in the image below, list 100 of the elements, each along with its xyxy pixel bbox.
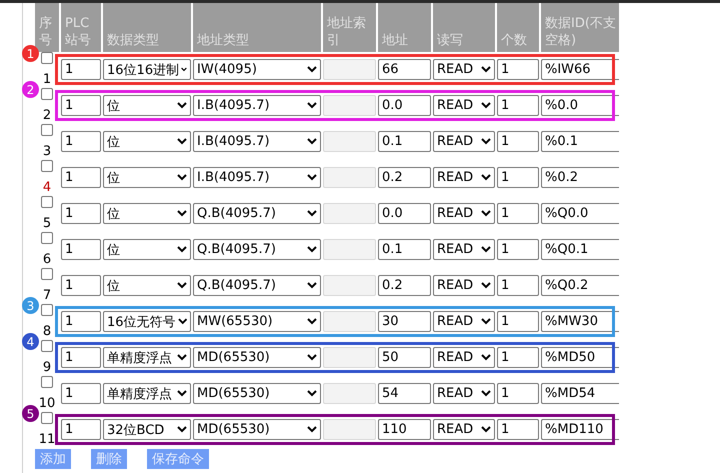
address-field[interactable]: 0.2 <box>378 167 431 188</box>
callout-badge: 5 <box>22 405 39 422</box>
data-id-field[interactable]: %MD54 <box>541 383 619 404</box>
read-write-select[interactable]: READ <box>433 419 495 440</box>
address-field[interactable]: 0.1 <box>378 131 431 152</box>
data-type-select[interactable]: 单精度浮点 <box>103 383 191 404</box>
count-field[interactable]: 1 <box>497 131 539 152</box>
read-write-select[interactable]: READ <box>433 167 495 188</box>
chevron-icon <box>481 390 491 397</box>
count-field[interactable]: 1 <box>497 383 539 404</box>
address-field[interactable]: 110 <box>378 419 431 440</box>
data-type-select[interactable]: 32位BCD <box>103 419 191 440</box>
count-field[interactable]: 1 <box>497 239 539 260</box>
read-write-select[interactable]: READ <box>433 131 495 152</box>
data-type-select[interactable]: 位 <box>103 95 191 116</box>
data-type-select[interactable]: 位 <box>103 131 191 152</box>
address-type-select[interactable]: MD(65530) <box>193 347 321 368</box>
count-field[interactable]: 1 <box>497 167 539 188</box>
address-type-select[interactable]: MD(65530) <box>193 383 321 404</box>
address-type-select[interactable]: I.B(4095.7) <box>193 167 321 188</box>
read-write-select[interactable]: READ <box>433 59 495 80</box>
data-id-field[interactable]: %MW30 <box>541 311 619 332</box>
count-field[interactable]: 1 <box>497 203 539 224</box>
count-field[interactable]: 1 <box>497 95 539 116</box>
address-type-select[interactable]: I.B(4095.7) <box>193 131 321 152</box>
column-header: 地址类型 <box>197 32 249 49</box>
callout-badge: 4 <box>22 333 39 350</box>
read-write-select[interactable]: READ <box>433 95 495 116</box>
data-id-field[interactable]: %Q0.0 <box>541 203 619 224</box>
data-type-select[interactable]: 16位16进制 <box>103 59 191 80</box>
station-field[interactable]: 1 <box>61 239 101 260</box>
station-field[interactable]: 1 <box>61 59 101 80</box>
data-type-select[interactable]: 位 <box>103 275 191 296</box>
row-checkbox[interactable] <box>41 340 53 352</box>
count-field[interactable]: 1 <box>497 275 539 296</box>
address-field[interactable]: 0.0 <box>378 203 431 224</box>
address-field[interactable]: 0.2 <box>378 275 431 296</box>
count-field[interactable]: 1 <box>497 311 539 332</box>
data-id-field[interactable]: %0.1 <box>541 131 619 152</box>
address-type-select[interactable]: MD(65530) <box>193 419 321 440</box>
address-type-select[interactable]: Q.B(4095.7) <box>193 203 321 224</box>
address-type-select[interactable]: Q.B(4095.7) <box>193 239 321 260</box>
row-checkbox[interactable] <box>41 160 53 172</box>
read-write-select[interactable]: READ <box>433 203 495 224</box>
station-field[interactable]: 1 <box>61 383 101 404</box>
count-field[interactable]: 1 <box>497 347 539 368</box>
read-write-select[interactable]: READ <box>433 311 495 332</box>
station-field[interactable]: 1 <box>61 419 101 440</box>
address-field[interactable]: 30 <box>378 311 431 332</box>
data-id-field[interactable]: %0.0 <box>541 95 619 116</box>
address-field[interactable]: 66 <box>378 59 431 80</box>
row-checkbox[interactable] <box>41 268 53 280</box>
row-checkbox[interactable] <box>41 52 53 64</box>
chevron-icon <box>481 426 491 433</box>
chevron-icon <box>177 102 187 109</box>
row-checkbox[interactable] <box>41 376 53 388</box>
address-field[interactable]: 50 <box>378 347 431 368</box>
station-field[interactable]: 1 <box>61 203 101 224</box>
station-field[interactable]: 1 <box>61 311 101 332</box>
row-checkbox[interactable] <box>41 412 53 424</box>
data-id-field[interactable]: %MD50 <box>541 347 619 368</box>
count-field[interactable]: 1 <box>497 59 539 80</box>
callout-badge: 3 <box>22 297 39 314</box>
read-write-select[interactable]: READ <box>433 275 495 296</box>
data-type-select[interactable]: 位 <box>103 203 191 224</box>
chevron-icon <box>481 138 491 145</box>
station-field[interactable]: 1 <box>61 95 101 116</box>
row-checkbox[interactable] <box>41 232 53 244</box>
chevron-icon <box>181 66 187 73</box>
station-field[interactable]: 1 <box>61 131 101 152</box>
read-write-select[interactable]: READ <box>433 239 495 260</box>
data-type-select[interactable]: 单精度浮点 <box>103 347 191 368</box>
row-checkbox[interactable] <box>41 304 53 316</box>
chevron-icon <box>481 66 491 73</box>
station-field[interactable]: 1 <box>61 347 101 368</box>
row-checkbox[interactable] <box>41 88 53 100</box>
data-id-field[interactable]: %MD110 <box>541 419 619 440</box>
count-field[interactable]: 1 <box>497 419 539 440</box>
address-field[interactable]: 54 <box>378 383 431 404</box>
data-type-select[interactable]: 位 <box>103 239 191 260</box>
data-type-select[interactable]: 16位无符号 <box>103 311 191 332</box>
data-id-field[interactable]: %IW66 <box>541 59 619 80</box>
row-checkbox[interactable] <box>41 196 53 208</box>
station-field[interactable]: 1 <box>61 167 101 188</box>
address-field[interactable]: 0.0 <box>378 95 431 116</box>
data-id-field[interactable]: %Q0.1 <box>541 239 619 260</box>
read-write-select[interactable]: READ <box>433 347 495 368</box>
read-write-select[interactable]: READ <box>433 383 495 404</box>
data-type-select[interactable]: 位 <box>103 167 191 188</box>
address-type-select[interactable]: Q.B(4095.7) <box>193 275 321 296</box>
address-field[interactable]: 0.1 <box>378 239 431 260</box>
chevron-icon <box>307 246 317 253</box>
address-type-select[interactable]: MW(65530) <box>193 311 321 332</box>
address-type-select[interactable]: I.B(4095.7) <box>193 95 321 116</box>
address-type-select[interactable]: IW(4095) <box>193 59 321 80</box>
data-id-field[interactable]: %Q0.2 <box>541 275 619 296</box>
chevron-icon <box>481 318 491 325</box>
station-field[interactable]: 1 <box>61 275 101 296</box>
data-id-field[interactable]: %0.2 <box>541 167 619 188</box>
row-checkbox[interactable] <box>41 124 53 136</box>
